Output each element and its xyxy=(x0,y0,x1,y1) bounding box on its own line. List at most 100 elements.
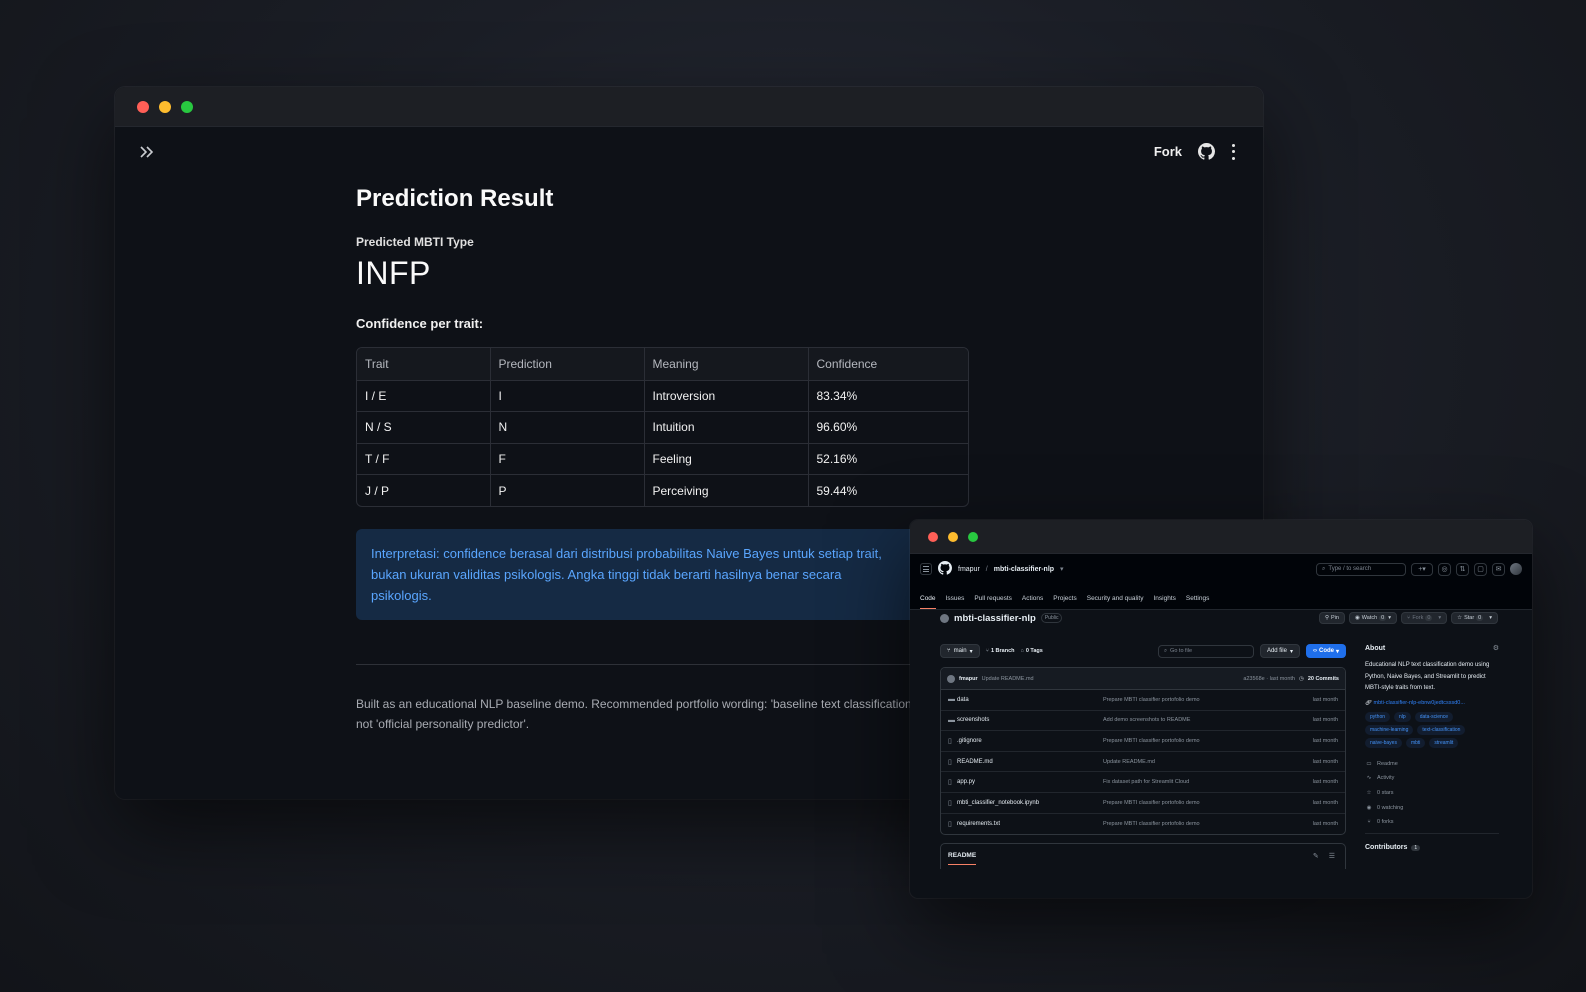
tags-link[interactable]: ⌂ 0 Tags xyxy=(1021,648,1043,654)
file-commit-message[interactable]: Prepare MBTI classifier portofolio demo xyxy=(1103,800,1313,806)
file-name[interactable]: .gitignore xyxy=(957,738,1103,744)
commits-link[interactable]: 20 Commits xyxy=(1308,676,1339,682)
file-name[interactable]: screenshots xyxy=(957,717,1103,723)
confidence-table[interactable]: Trait Prediction Meaning Confidence I / … xyxy=(356,347,969,507)
topic-tag[interactable]: streamlit xyxy=(1429,737,1459,748)
minimize-window-button[interactable] xyxy=(948,532,958,542)
go-to-file-input[interactable]: ⌕ Go to file xyxy=(1157,644,1254,658)
topic-tag[interactable]: nlp xyxy=(1394,711,1411,722)
column-header[interactable]: Meaning xyxy=(644,348,809,381)
tab-security[interactable]: Security and quality xyxy=(1087,589,1144,609)
gear-icon[interactable]: ⚙ xyxy=(1493,644,1499,652)
column-header[interactable]: Prediction xyxy=(490,348,645,381)
avatar[interactable] xyxy=(1510,563,1522,575)
tab-projects[interactable]: Projects xyxy=(1053,589,1076,609)
homepage-link[interactable]: 🔗︎ mbti-classifier-nlp-ebnw0jedtcsssd0..… xyxy=(1365,700,1499,706)
star-icon: ☆ xyxy=(1457,615,1463,621)
table-cell: J / P xyxy=(357,474,491,506)
close-window-button[interactable] xyxy=(137,101,149,113)
repositories-icon[interactable]: ▢ xyxy=(1474,562,1487,576)
forks-link[interactable]: ⑂ 0 forks xyxy=(1365,815,1499,830)
code-button[interactable]: ‹› Code ▾ xyxy=(1305,644,1346,658)
tab-code[interactable]: Code xyxy=(920,589,936,609)
expand-sidebar-icon[interactable] xyxy=(139,145,157,161)
file-name[interactable]: app.py xyxy=(957,779,1103,785)
file-icon: ▯ xyxy=(948,758,952,766)
table-cell: N xyxy=(490,411,645,444)
contributors-heading[interactable]: Contributors 1 xyxy=(1365,844,1499,851)
outline-icon[interactable]: ☰ xyxy=(1329,852,1335,860)
repo-title[interactable]: mbti-classifier-nlp xyxy=(954,613,1036,624)
add-file-button[interactable]: Add file ▾ xyxy=(1259,644,1300,658)
table-cell: 83.34% xyxy=(808,380,968,412)
fork-button[interactable]: ⑂ Fork 0 ▾ xyxy=(1401,612,1448,624)
file-commit-message[interactable]: Prepare MBTI classifier portofolio demo xyxy=(1103,738,1313,744)
github-logo-icon[interactable] xyxy=(938,561,952,577)
file-row[interactable]: ▯ .gitignore Prepare MBTI classifier por… xyxy=(941,731,1345,752)
star-button[interactable]: ☆ Star 0 ▾ xyxy=(1451,612,1498,624)
stars-link[interactable]: ☆ 0 stars xyxy=(1365,786,1499,801)
watching-link[interactable]: ◉ 0 watching xyxy=(1365,800,1499,815)
tab-insights[interactable]: Insights xyxy=(1153,589,1175,609)
search-placeholder: Type / to search xyxy=(1328,566,1372,572)
column-header[interactable]: Trait xyxy=(357,348,491,381)
file-name[interactable]: mbti_classifier_notebook.ipynb xyxy=(957,800,1103,806)
file-row[interactable]: ▯ README.md Update README.md last month xyxy=(941,752,1345,773)
topic-tag[interactable]: naive-bayes xyxy=(1365,737,1402,748)
minimize-window-button[interactable] xyxy=(159,101,171,113)
file-commit-message[interactable]: Add demo screenshots to README xyxy=(1103,717,1313,723)
topic-tag[interactable]: data-science xyxy=(1414,711,1454,722)
tab-settings[interactable]: Settings xyxy=(1186,589,1210,609)
file-name[interactable]: data xyxy=(957,697,1103,703)
file-row[interactable]: ▬ data Prepare MBTI classifier portofoli… xyxy=(941,690,1345,711)
pull-requests-icon[interactable]: ⇅ xyxy=(1456,562,1469,576)
github-icon[interactable] xyxy=(1198,143,1215,160)
issues-icon[interactable]: ◎ xyxy=(1438,562,1451,576)
column-header[interactable]: Confidence xyxy=(808,348,968,381)
file-icon: ▯ xyxy=(948,820,952,828)
repo-header: mbti-classifier-nlp Public ⚲ Pin ◉ Watch 0 ▾… xyxy=(940,612,1498,624)
breadcrumb-owner[interactable]: fmapur xyxy=(958,566,980,573)
file-commit-message[interactable]: Prepare MBTI classifier portofolio demo xyxy=(1103,697,1313,703)
main-menu-icon[interactable] xyxy=(1231,143,1235,160)
file-row[interactable]: ▯ requirements.txt Prepare MBTI classifi… xyxy=(941,814,1345,835)
chevron-down-icon[interactable]: ▾ xyxy=(1060,565,1064,573)
tab-pull-requests[interactable]: Pull requests xyxy=(974,589,1012,609)
global-search-input[interactable]: ⌕ Type / to search xyxy=(1316,562,1406,576)
topic-tag[interactable]: machine-learning xyxy=(1365,724,1414,735)
file-row[interactable]: ▯ app.py Fix dataset path for Streamlit … xyxy=(941,772,1345,793)
maximize-window-button[interactable] xyxy=(181,101,193,113)
commit-author[interactable]: fmapur xyxy=(959,676,978,682)
file-row[interactable]: ▬ screenshots Add demo screenshots to RE… xyxy=(941,711,1345,732)
maximize-window-button[interactable] xyxy=(968,532,978,542)
readme-link[interactable]: ▭ Readme xyxy=(1365,757,1499,772)
breadcrumb-repo[interactable]: mbti-classifier-nlp xyxy=(994,566,1054,573)
commit-hash-time[interactable]: a23568e · last month xyxy=(1243,676,1295,682)
inbox-icon[interactable]: ✉ xyxy=(1492,562,1505,576)
file-commit-message[interactable]: Prepare MBTI classifier portofolio demo xyxy=(1103,821,1313,827)
file-commit-message[interactable]: Update README.md xyxy=(1103,759,1313,765)
tab-issues[interactable]: Issues xyxy=(946,589,965,609)
topic-tag[interactable]: python xyxy=(1365,711,1391,722)
pin-button[interactable]: ⚲ Pin xyxy=(1318,612,1345,624)
file-name[interactable]: README.md xyxy=(957,759,1103,765)
file-name[interactable]: requirements.txt xyxy=(957,821,1103,827)
commit-message[interactable]: Update README.md xyxy=(982,676,1034,682)
watch-button[interactable]: ◉ Watch 0 ▾ xyxy=(1348,612,1397,624)
branches-link[interactable]: ⑂ 1 Branch xyxy=(986,648,1015,654)
topic-tag[interactable]: mbti xyxy=(1405,737,1426,748)
close-window-button[interactable] xyxy=(928,532,938,542)
topic-tag[interactable]: text-classification xyxy=(1417,724,1466,735)
edit-icon[interactable]: ✎ xyxy=(1313,852,1319,860)
divider xyxy=(1365,833,1499,835)
hamburger-menu-icon[interactable] xyxy=(920,563,932,575)
readme-tab[interactable]: README xyxy=(948,852,977,866)
file-commit-message[interactable]: Fix dataset path for Streamlit Cloud xyxy=(1103,779,1313,785)
activity-link[interactable]: ∿ Activity xyxy=(1365,771,1499,786)
create-new-icon[interactable]: +▾ xyxy=(1411,562,1433,576)
search-icon: ⌕ xyxy=(1163,647,1168,654)
file-row[interactable]: ▯ mbti_classifier_notebook.ipynb Prepare… xyxy=(941,793,1345,814)
fork-button[interactable]: Fork xyxy=(1154,144,1182,159)
branch-selector[interactable]: ⑂ main ▾ xyxy=(940,644,980,658)
tab-actions[interactable]: Actions xyxy=(1022,589,1043,609)
